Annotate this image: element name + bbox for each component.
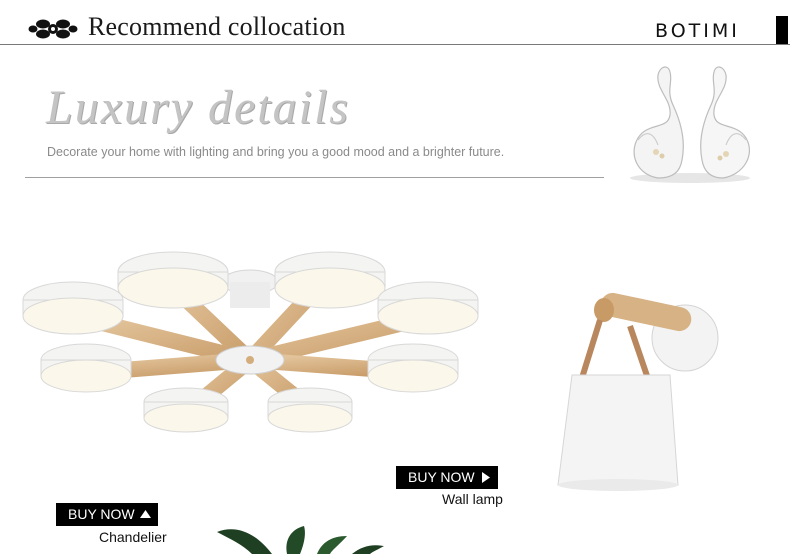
buy-now-label: BUY NOW [68, 506, 135, 522]
floral-ornament-icon [28, 19, 78, 39]
buy-now-button-wall-lamp[interactable]: BUY NOW [396, 466, 498, 489]
product-name-wall-lamp: Wall lamp [442, 491, 503, 507]
header-divider [0, 44, 790, 45]
chandelier-image [22, 251, 479, 433]
wall-lamp-image [557, 292, 719, 491]
buy-now-label: BUY NOW [408, 469, 475, 485]
section-title: Recommend collocation [88, 12, 346, 41]
plant-image [217, 526, 384, 554]
banner-divider [25, 177, 604, 178]
tagline: Decorate your home with lighting and bri… [47, 145, 505, 159]
triangle-up-icon [140, 510, 151, 518]
swan-figurines-image [630, 66, 751, 183]
luxury-headline: Luxury details [46, 81, 350, 134]
header: Recommend collocation BOTIMI [0, 0, 790, 46]
brand-bar [776, 16, 788, 44]
brand-logo: BOTIMI [655, 20, 740, 42]
buy-now-button-chandelier[interactable]: BUY NOW [56, 503, 158, 526]
product-name-chandelier: Chandelier [99, 529, 167, 545]
triangle-right-icon [482, 472, 490, 483]
